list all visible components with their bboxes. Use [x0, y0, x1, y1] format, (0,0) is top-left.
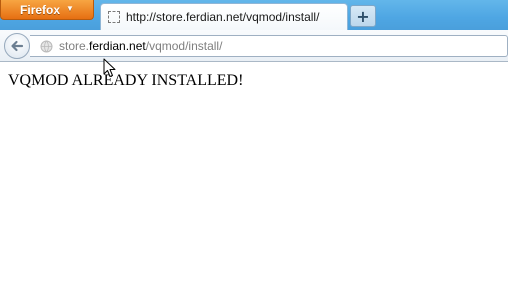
tab-strip: Firefox ▼ http://store.ferdian.net/vqmod… — [0, 0, 508, 30]
navigation-bar: store.ferdian.net/vqmod/install/ — [0, 30, 508, 62]
chevron-down-icon: ▼ — [66, 4, 74, 13]
globe-icon — [40, 40, 53, 53]
address-host: ferdian.net — [89, 39, 146, 53]
firefox-menu-label: Firefox — [20, 2, 61, 17]
address-path: /vqmod/install/ — [145, 39, 223, 53]
back-arrow-icon — [11, 40, 24, 52]
tab-title: http://store.ferdian.net/vqmod/install/ — [126, 10, 320, 24]
tab-active[interactable]: http://store.ferdian.net/vqmod/install/ — [100, 3, 348, 30]
address-prefix: store. — [59, 39, 90, 53]
address-bar[interactable]: store.ferdian.net/vqmod/install/ — [30, 35, 508, 57]
address-text: store.ferdian.net/vqmod/install/ — [59, 39, 222, 53]
blank-page-icon — [108, 11, 120, 23]
mouse-cursor-icon — [103, 58, 116, 77]
plus-icon: + — [356, 6, 370, 26]
back-button[interactable] — [4, 33, 30, 59]
page-message: VQMOD ALREADY INSTALLED! — [8, 72, 244, 89]
new-tab-button[interactable]: + — [350, 5, 376, 27]
firefox-menu-button[interactable]: Firefox ▼ — [0, 0, 94, 20]
